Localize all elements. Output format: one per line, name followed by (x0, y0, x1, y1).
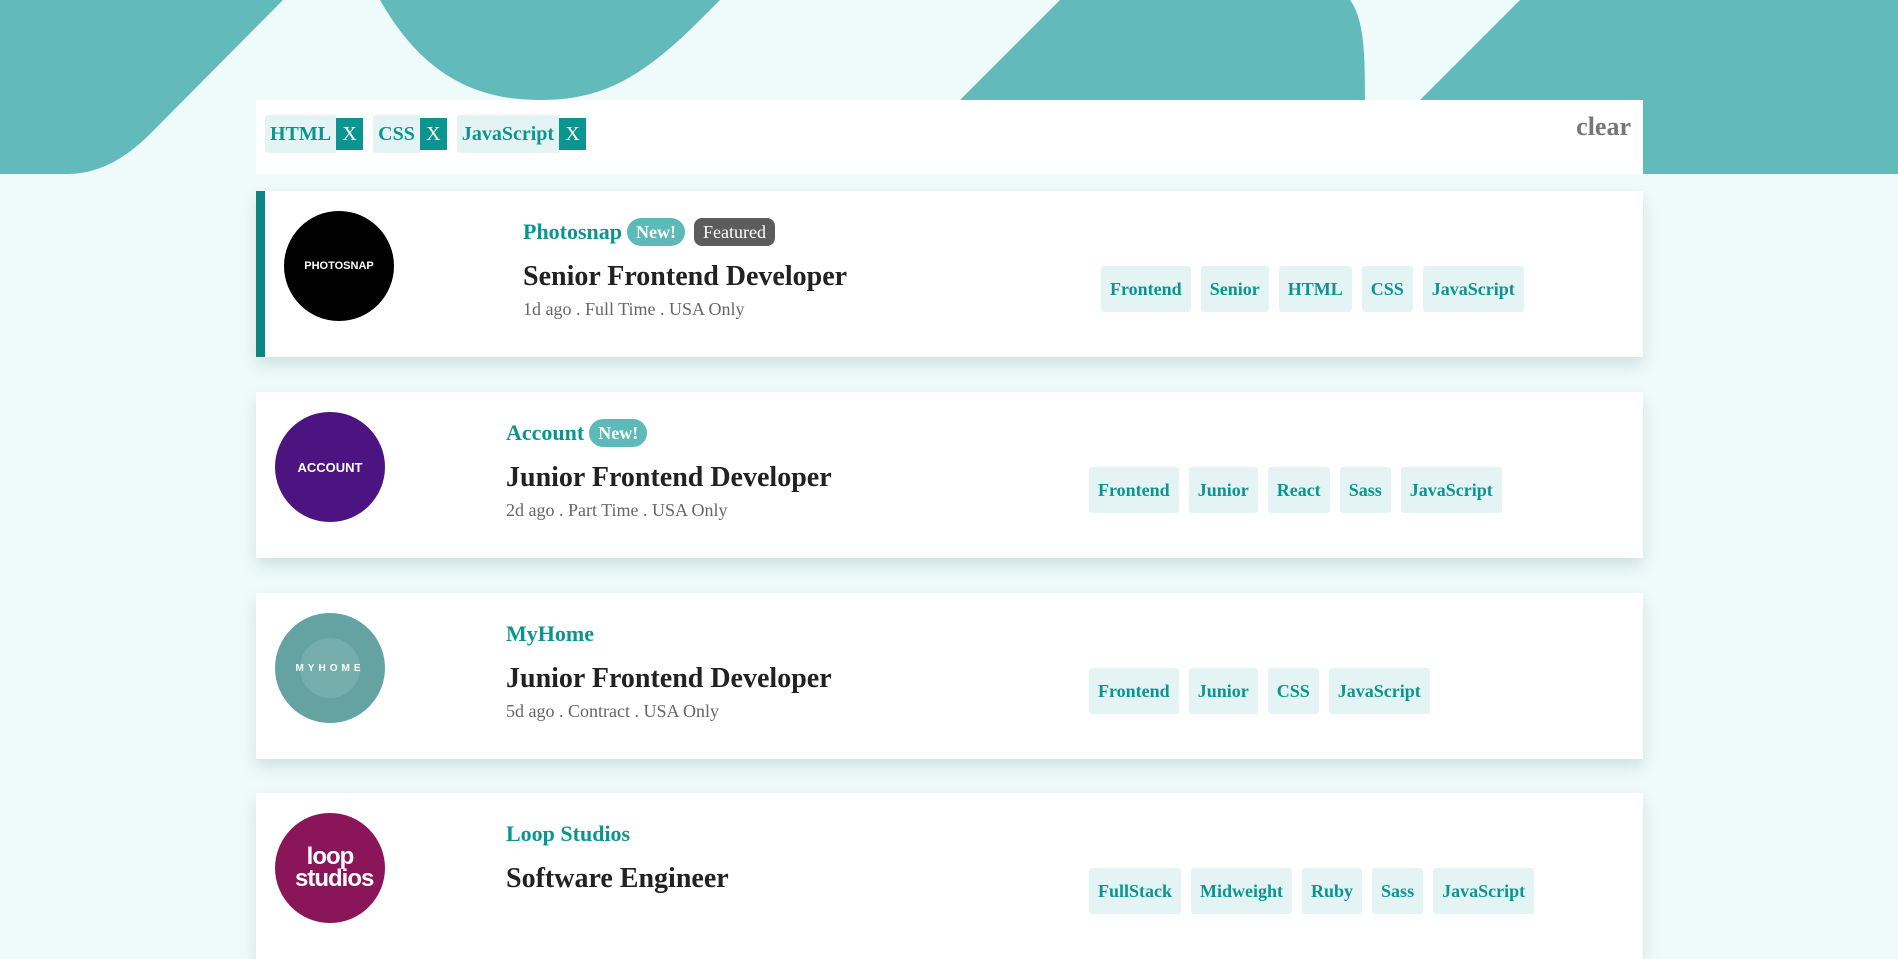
remove-filter-button[interactable]: X (559, 118, 587, 150)
tag-button[interactable]: CSS (1361, 266, 1413, 312)
job-info: MyHome Junior Frontend Developer 5d ago … (506, 619, 832, 722)
tag-button[interactable]: CSS (1267, 668, 1319, 714)
company-row: Loop Studios (506, 819, 729, 849)
tag-button[interactable]: JavaScript (1433, 868, 1535, 914)
company-logo: ACCOUNT (275, 412, 385, 522)
job-tags: Frontend Junior React Sass JavaScript (1089, 467, 1502, 513)
job-position[interactable]: Senior Frontend Developer (523, 261, 847, 293)
job-meta: 5d ago . Contract . USA Only (506, 701, 719, 721)
company-row: Photosnap New! Featured (523, 217, 847, 247)
company-logo-text: loop studios (295, 843, 374, 892)
company-row: MyHome (506, 619, 832, 649)
job-tags: FullStack Midweight Ruby Sass JavaScript (1089, 868, 1535, 914)
filter-chip-label: JavaScript (456, 115, 560, 153)
company-logo: MYHOME (275, 613, 385, 723)
job-card-myhome: MYHOME MyHome Junior Frontend Developer … (256, 593, 1643, 759)
job-card-account: ACCOUNT Account New! Junior Frontend Dev… (256, 392, 1643, 558)
filter-chip-label: CSS (373, 115, 420, 153)
tag-button[interactable]: Sass (1372, 868, 1424, 914)
tag-button[interactable]: JavaScript (1400, 467, 1502, 513)
job-card-photosnap: PHOTOSNAP Photosnap New! Featured Senior… (256, 191, 1643, 357)
remove-filter-button[interactable]: X (419, 118, 447, 150)
job-position[interactable]: Junior Frontend Developer (506, 663, 832, 695)
tag-button[interactable]: Sass (1339, 467, 1391, 513)
job-info: Account New! Junior Frontend Developer 2… (506, 418, 832, 521)
tag-button[interactable]: Frontend (1089, 668, 1179, 714)
company-name[interactable]: Account (506, 420, 584, 446)
tag-button[interactable]: Junior (1188, 668, 1258, 714)
tag-button[interactable]: Ruby (1302, 868, 1363, 914)
company-logo: PHOTOSNAP (284, 211, 394, 321)
filter-bar: HTML X CSS X JavaScript X clear (256, 100, 1643, 174)
company-name[interactable]: MyHome (506, 621, 594, 647)
job-card-loop-studios: loop studios Loop Studios Software Engin… (256, 793, 1643, 959)
filter-chip-css: CSS X (373, 115, 447, 153)
filter-list: HTML X CSS X JavaScript X (265, 115, 587, 153)
job-position[interactable]: Junior Frontend Developer (506, 462, 832, 494)
job-tags: Frontend Junior CSS JavaScript (1089, 668, 1430, 714)
tag-button[interactable]: JavaScript (1422, 266, 1524, 312)
company-logo-text: PHOTOSNAP (304, 260, 374, 272)
company-logo-text: MYHOME (295, 662, 365, 674)
company-logo: loop studios (275, 813, 385, 923)
company-name[interactable]: Loop Studios (506, 821, 630, 847)
tag-button[interactable]: React (1267, 467, 1330, 513)
tag-button[interactable]: FullStack (1089, 868, 1182, 914)
clear-filters-button[interactable]: clear (1576, 112, 1631, 142)
featured-badge: Featured (694, 218, 776, 246)
tag-button[interactable]: Senior (1200, 266, 1269, 312)
job-info: Loop Studios Software Engineer (506, 819, 729, 895)
tag-button[interactable]: Frontend (1101, 266, 1191, 312)
tag-button[interactable]: Frontend (1089, 467, 1179, 513)
job-meta: 1d ago . Full Time . USA Only (523, 299, 745, 319)
tag-button[interactable]: Junior (1188, 467, 1258, 513)
job-tags: Frontend Senior HTML CSS JavaScript (1101, 266, 1524, 312)
filter-chip-javascript: JavaScript X (456, 115, 587, 153)
remove-filter-button[interactable]: X (336, 118, 364, 150)
tag-button[interactable]: HTML (1278, 266, 1352, 312)
company-logo-text: ACCOUNT (297, 459, 363, 475)
filter-chip-html: HTML X (265, 115, 364, 153)
company-name[interactable]: Photosnap (523, 219, 622, 245)
job-meta: 2d ago . Part Time . USA Only (506, 500, 728, 520)
tag-button[interactable]: JavaScript (1328, 668, 1430, 714)
tag-button[interactable]: Midweight (1191, 868, 1293, 914)
new-badge: New! (589, 419, 648, 447)
job-position[interactable]: Software Engineer (506, 863, 729, 895)
new-badge: New! (627, 218, 686, 246)
job-info: Photosnap New! Featured Senior Frontend … (523, 217, 847, 320)
company-row: Account New! (506, 418, 832, 448)
filter-chip-label: HTML (265, 115, 337, 153)
